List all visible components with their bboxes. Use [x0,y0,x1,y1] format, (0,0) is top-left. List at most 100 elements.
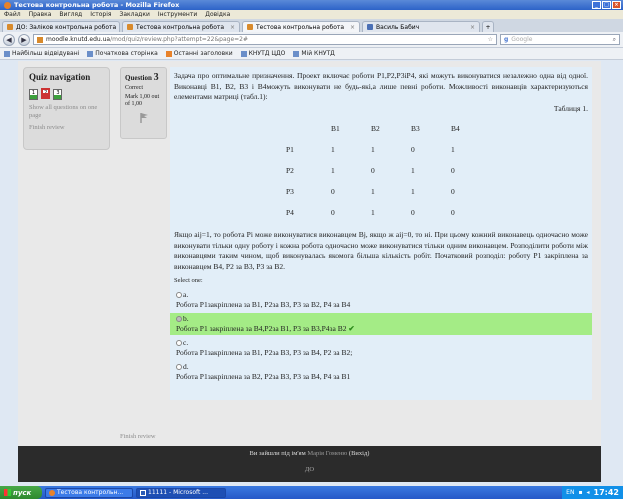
menu-file[interactable]: Файл [4,11,21,18]
forward-button[interactable]: ▶ [18,33,30,46]
bookmark-recent[interactable]: Останні заголовки [165,50,233,57]
moodle-favicon-icon [247,24,253,30]
url-path: /mod/quiz/review.php?attempt=22&page=2# [110,36,249,43]
tab-label: ДО: Заліков контрольна робота [16,23,117,31]
language-indicator[interactable]: EN [566,489,574,496]
bookmark-knutd-cdo[interactable]: КНУТД ЦДО [240,50,285,57]
network-icon[interactable]: ▪ [578,489,582,496]
matrix-row: P1 1 1 0 1 [286,145,455,155]
moodle-favicon-icon [7,24,13,30]
google-icon: g [504,36,509,43]
question-info-block: Question 3 Correct Mark 1,00 out of 1,00 [120,67,167,139]
back-button[interactable]: ◀ [3,33,15,46]
bookmark-most-visited[interactable]: Найбільш відвідувані [4,50,79,57]
page-footer: Ви зайшли під ім'ям Марія Гоменю (Вихід)… [18,446,601,482]
menu-view[interactable]: Вигляд [59,11,82,18]
firefox-icon [49,489,55,496]
question-button-3[interactable]: 3 [53,89,63,100]
matrix-row: P2 1 0 1 0 [286,166,455,176]
matrix-header-row: B1 B2 B3 B4 [331,124,460,134]
word-icon [140,489,146,496]
tab-close-icon[interactable]: × [119,24,120,31]
tab-label: Василь Бабич [376,23,420,31]
menu-edit[interactable]: Правка [29,11,52,18]
logged-in-text: Ви зайшли під ім'ям [249,450,306,457]
question-text-conditions: Якщо aij=1, то робота Pi може виконувати… [174,230,588,271]
tab-label: Тестова контрольна робота [136,23,225,31]
finish-review-link[interactable]: Finish review [29,124,104,132]
home-link[interactable]: ДО [18,466,601,473]
search-input[interactable]: g Google ⌕ [500,34,620,45]
firefox-icon [4,1,11,9]
menu-history[interactable]: Історія [90,11,111,18]
question-button-1[interactable]: 1 [29,89,38,100]
system-tray: EN ▪ ◂ 17:42 [562,486,623,499]
question-text-intro: Задача про оптимальне призначення. Проек… [174,71,588,101]
bookmark-icon [240,50,247,57]
start-button[interactable]: пуск [0,486,42,499]
answer-option-b-correct[interactable]: b. Робота P1 закріплена за B4,P2за B1, P… [170,312,592,335]
menu-bar: Файл Правка Вигляд Історія Закладки Інст… [0,10,623,19]
radio-button[interactable] [176,363,182,370]
table-caption: Таблиця 1. [553,103,588,113]
windows-logo-icon [4,489,11,496]
windows-taskbar: пуск Тестова контрольн... 11111 - Micros… [0,486,623,499]
volume-icon[interactable]: ◂ [587,489,590,496]
menu-bookmarks[interactable]: Закладки [120,11,150,18]
radio-button[interactable] [176,339,182,346]
search-placeholder: Google [511,36,533,43]
tab-4[interactable]: Василь Бабич × [362,21,480,32]
finish-review-bottom-link[interactable]: Finish review [120,433,156,440]
bookmark-start-page[interactable]: Початкова сторінка [87,50,158,57]
facebook-favicon-icon [367,24,373,30]
select-one-label: Select one: [174,277,203,284]
bookmark-icon [293,50,300,57]
show-all-questions-link[interactable]: Show all questions on one page [29,104,104,120]
window-title: Тестова контрольна робота - Mozilla Fire… [14,1,180,9]
tab-2[interactable]: Тестова контрольна робота × [122,21,240,32]
answer-option-d[interactable]: d. Робота P1закріплена за B2, P2за B3, P… [174,361,588,383]
bookmark-star-icon[interactable]: ☆ [488,36,493,43]
tab-1[interactable]: ДО: Заліков контрольна робота × [2,21,120,32]
logout-link[interactable]: (Вихід) [349,450,370,457]
bookmark-icon [87,50,94,57]
tab-close-icon[interactable]: × [470,24,475,31]
user-link[interactable]: Марія Гоменю [307,450,347,457]
question-content: Задача про оптимальне призначення. Проек… [170,67,592,400]
radio-button[interactable] [176,291,182,298]
close-button[interactable]: × [612,1,621,9]
taskbar-item-firefox[interactable]: Тестова контрольн... [45,487,133,498]
url-host: moodle.knutd.edu.ua [46,36,111,43]
menu-tools[interactable]: Інструменти [158,11,197,18]
tab-label: Тестова контрольна робота [256,23,345,31]
new-tab-button[interactable]: + [482,21,494,32]
flag-icon[interactable] [139,112,149,124]
bookmarks-toolbar: Найбільш відвідувані Початкова сторінка … [0,48,623,60]
answer-text: Робота P1закріплена за B1, P2за B3, P3 з… [176,299,351,309]
moodle-favicon-icon [127,24,133,30]
search-icon[interactable]: ⌕ [613,36,616,44]
minimize-button[interactable]: _ [592,1,601,9]
taskbar-item-word[interactable]: 11111 - Microsoft ... [136,487,226,498]
quiz-navigation-block: Quiz navigation 1 2 3 Show all questions… [23,67,110,150]
question-button-2[interactable]: 2 [41,88,51,99]
bookmark-icon [4,50,10,57]
answer-text: Робота P1 закріплена за B4,P2за B1, P3 з… [176,323,347,333]
url-bar[interactable]: moodle.knutd.edu.ua/mod/quiz/review.php?… [33,34,497,45]
answer-text: Робота P1закріплена за B1, P2за B3, P3 з… [176,347,353,357]
rss-icon [165,50,172,57]
tab-close-icon[interactable]: × [350,24,355,31]
correct-check-icon: ✔ [348,323,355,333]
window-titlebar: Тестова контрольна робота - Mozilla Fire… [0,0,623,10]
answer-option-a[interactable]: a. Робота P1закріплена за B1, P2за B3, P… [174,289,588,311]
question-number: Question 3 [125,72,159,83]
tab-close-icon[interactable]: × [230,24,235,31]
radio-button-selected[interactable] [176,315,182,322]
bookmark-my-knutd[interactable]: Мій КНУТД [293,50,335,57]
maximize-button[interactable]: □ [602,1,611,9]
tab-3-active[interactable]: Тестова контрольна робота × [242,21,360,32]
answer-option-c[interactable]: c. Робота P1закріплена за B1, P2за B3, P… [174,337,588,359]
answer-text: Робота P1закріплена за B2, P2за B3, P3 з… [176,371,351,381]
clock[interactable]: 17:42 [594,488,619,497]
menu-help[interactable]: Довідка [205,11,230,18]
